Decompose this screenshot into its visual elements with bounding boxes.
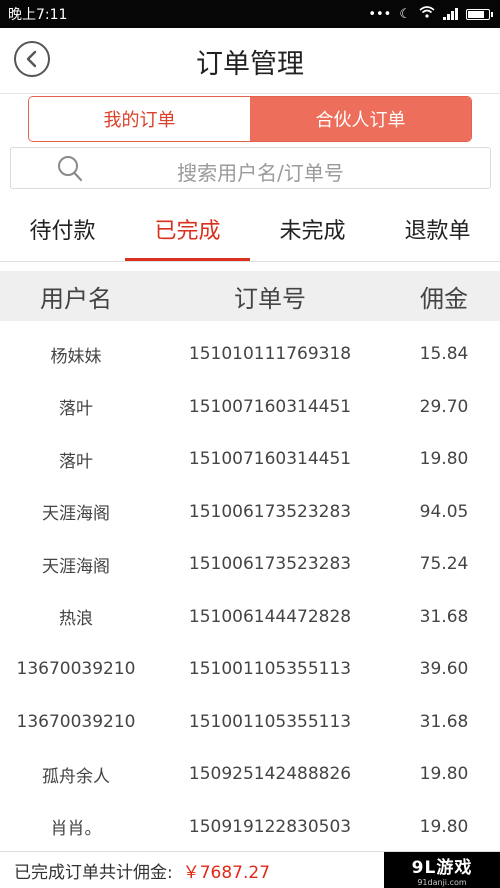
row-commission: 19.80 [419,764,469,785]
status-tabs: 待付款 已完成 未完成 退款单 [0,196,500,262]
row-commission: 19.80 [419,449,469,470]
more-dots-icon: ••• [368,6,392,22]
row-username: 天涯海阁 [42,504,110,525]
row-username: 杨妹妹 [50,346,102,367]
row-order-number: 151010111769318 [188,344,352,365]
page-title: 订单管理 [196,49,304,80]
row-username: 13670039210 [16,711,136,732]
watermark-site: 91danji.com [417,878,467,887]
row-order-number: 151006144472828 [188,606,352,627]
table-row[interactable]: 13670039210 151001105355113 39.60 [0,643,500,696]
row-order-number: 151007160314451 [188,396,352,417]
status-time: 晚上7:11 [8,7,68,23]
row-commission: 39.60 [419,659,469,680]
row-username: 13670039210 [16,659,136,680]
wifi-icon [419,6,435,22]
segment-my-orders[interactable]: 我的订单 [29,97,250,141]
row-order-number: 150925142488826 [188,764,352,785]
battery-icon [466,8,493,20]
row-commission: 19.80 [419,816,469,837]
header-username: 用户名 [40,284,112,313]
table-row[interactable]: 落叶 151007160314451 29.70 [0,381,500,434]
row-commission: 29.70 [419,396,469,417]
table-row[interactable]: 天涯海阁 151006173523283 94.05 [0,486,500,539]
row-order-number: 151006173523283 [188,554,352,575]
search-input[interactable]: 搜索用户名/订单号 [11,157,490,186]
search-bar[interactable]: 搜索用户名/订单号 [10,147,491,189]
header: 订单管理 [0,28,500,94]
row-username: 天涯海阁 [42,556,110,577]
tab-refunds[interactable]: 退款单 [375,196,500,261]
moon-icon: ☾ [399,6,411,22]
row-username: 热浪 [59,609,93,630]
header-order-number: 订单号 [234,284,306,313]
row-commission: 75.24 [419,554,469,575]
table-row[interactable]: 13670039210 151001105355113 31.68 [0,696,500,749]
row-commission: 31.68 [419,606,469,627]
row-order-number: 151007160314451 [188,449,352,470]
order-type-segment: 我的订单 合伙人订单 [28,96,472,142]
row-order-number: 151006173523283 [188,501,352,522]
watermark-text: 9L游戏 [411,858,473,878]
segment-partner-orders[interactable]: 合伙人订单 [250,97,471,141]
row-username: 孤舟余人 [42,766,110,787]
table-row[interactable]: 杨妹妹 151010111769318 15.84 [0,328,500,381]
table-row[interactable]: 落叶 151007160314451 19.80 [0,433,500,486]
row-username: 肖肖。 [50,819,102,840]
tab-incomplete[interactable]: 未完成 [250,196,375,261]
table-header: 用户名 订单号 佣金 [0,271,500,321]
table-row[interactable]: 肖肖。 150919122830503 19.80 [0,801,500,854]
table-row[interactable]: 天涯海阁 151006173523283 75.24 [0,538,500,591]
status-bar: 晚上7:11 ••• ☾ [0,0,500,28]
watermark-logo: 9L游戏 91danji.com [384,852,500,888]
tab-pending-payment[interactable]: 待付款 [0,196,125,261]
row-commission: 31.68 [419,711,469,732]
tab-completed[interactable]: 已完成 [125,196,250,261]
row-commission: 94.05 [419,501,469,522]
header-commission: 佣金 [420,284,468,313]
total-label: 已完成订单共计佣金: [14,862,173,883]
total-amount: ￥7687.27 [182,862,271,883]
table-row[interactable]: 孤舟余人 150925142488826 19.80 [0,748,500,801]
row-username: 落叶 [59,451,93,472]
row-order-number: 150919122830503 [188,816,352,837]
row-username: 落叶 [59,399,93,420]
status-icons: ••• ☾ [368,6,493,22]
row-commission: 15.84 [419,344,469,365]
row-order-number: 151001105355113 [188,711,352,732]
table-row[interactable]: 热浪 151006144472828 31.68 [0,591,500,644]
signal-icon [443,8,458,20]
order-list: 杨妹妹 151010111769318 15.84 落叶 15100716031445… [0,328,500,853]
row-order-number: 151001105355113 [188,659,352,680]
